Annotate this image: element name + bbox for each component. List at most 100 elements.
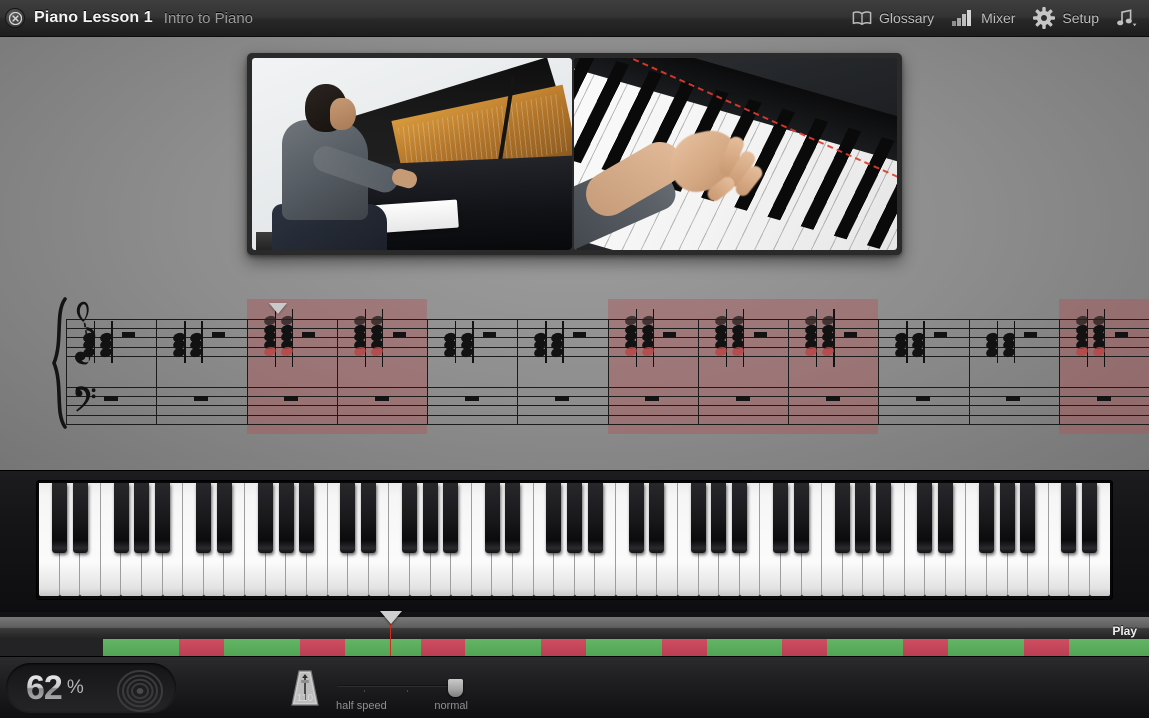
instrument-menu-button[interactable] — [1108, 0, 1149, 37]
ribbon-segment-incorrect[interactable] — [299, 639, 345, 657]
ribbon-segment-incorrect[interactable] — [661, 639, 707, 657]
bass-rest — [1006, 396, 1021, 402]
mixer-button[interactable]: Mixer — [943, 0, 1024, 37]
ribbon-segment-correct[interactable] — [827, 639, 904, 657]
bar-line — [517, 319, 519, 424]
ribbon-segment-correct[interactable] — [103, 639, 180, 657]
black-key[interactable] — [937, 483, 953, 553]
black-key[interactable] — [72, 483, 88, 553]
bar-line — [427, 319, 428, 424]
ribbon-track[interactable] — [0, 639, 1149, 657]
ribbon-segment-incorrect[interactable] — [903, 639, 948, 657]
black-key[interactable] — [505, 483, 521, 553]
black-key[interactable] — [155, 483, 171, 553]
black-key[interactable] — [299, 483, 315, 553]
ribbon-segment-incorrect[interactable] — [1023, 639, 1069, 657]
bass-rest — [555, 396, 570, 402]
ribbon-segment-correct[interactable] — [465, 639, 542, 657]
black-key[interactable] — [855, 483, 871, 553]
black-key[interactable] — [52, 483, 68, 553]
ribbon-segment-correct[interactable] — [706, 639, 783, 657]
black-key[interactable] — [258, 483, 274, 553]
black-key[interactable] — [340, 483, 356, 553]
black-key[interactable] — [917, 483, 933, 553]
close-lesson-button[interactable] — [5, 8, 25, 28]
bass-rest — [194, 396, 209, 402]
ribbon-segment-incorrect[interactable] — [782, 639, 828, 657]
black-key[interactable] — [361, 483, 377, 553]
black-key[interactable] — [422, 483, 438, 553]
black-key[interactable] — [999, 483, 1015, 553]
black-key[interactable] — [711, 483, 727, 553]
video-area — [247, 53, 902, 255]
bar-line — [1058, 319, 1060, 424]
black-key[interactable] — [402, 483, 418, 553]
bar-line — [156, 319, 158, 424]
black-key[interactable] — [793, 483, 809, 553]
mixer-label: Mixer — [981, 10, 1016, 26]
bass-rest — [825, 396, 840, 402]
bass-rest — [464, 396, 479, 402]
glossary-label: Glossary — [878, 10, 935, 26]
on-screen-piano-keyboard[interactable] — [37, 481, 1112, 599]
setup-button[interactable]: Setup — [1024, 0, 1108, 37]
speed-slider-handle[interactable] — [447, 679, 463, 697]
bass-rest — [916, 396, 931, 402]
black-key[interactable] — [1061, 483, 1077, 553]
bar-line — [788, 319, 789, 424]
bass-rest — [284, 396, 299, 402]
treble-rest — [302, 332, 316, 338]
bass-clef — [74, 383, 100, 419]
grand-staff — [52, 297, 1149, 434]
black-key[interactable] — [649, 483, 665, 553]
instructor-video[interactable] — [252, 58, 572, 250]
ribbon-segment-incorrect[interactable] — [541, 639, 586, 657]
black-key[interactable] — [546, 483, 562, 553]
black-key[interactable] — [134, 483, 150, 553]
metronome[interactable]: 110 — [288, 669, 322, 714]
black-key[interactable] — [278, 483, 294, 553]
ribbon-segment-correct[interactable] — [585, 639, 662, 657]
black-key[interactable] — [628, 483, 644, 553]
bass-rest — [735, 396, 750, 402]
ribbon-segment-correct[interactable] — [1068, 639, 1149, 657]
treble-rest — [843, 332, 857, 338]
bar-line — [246, 319, 248, 424]
black-key[interactable] — [834, 483, 850, 553]
black-key[interactable] — [1081, 483, 1097, 553]
black-key[interactable] — [731, 483, 747, 553]
black-key[interactable] — [772, 483, 788, 553]
bar-line — [336, 319, 338, 424]
black-key[interactable] — [875, 483, 891, 553]
ribbon-segment-incorrect[interactable] — [179, 639, 225, 657]
ribbon-segment-correct[interactable] — [344, 639, 421, 657]
treble-rest — [1114, 332, 1128, 338]
ribbon-segment-correct[interactable] — [224, 639, 300, 657]
ribbon-playhead-handle[interactable] — [379, 611, 402, 624]
bar-line — [878, 319, 880, 424]
black-key[interactable] — [484, 483, 500, 553]
speed-tick — [364, 690, 365, 692]
black-key[interactable] — [443, 483, 459, 553]
ribbon-segment-correct[interactable] — [947, 639, 1024, 657]
performance-ribbon[interactable]: Play — [0, 611, 1149, 657]
speed-max-label: normal — [434, 700, 468, 712]
black-key[interactable] — [690, 483, 706, 553]
glossary-button[interactable]: Glossary — [843, 0, 943, 37]
notation-playhead[interactable] — [269, 303, 287, 314]
player-face — [330, 98, 356, 130]
black-key[interactable] — [196, 483, 212, 553]
speed-slider[interactable]: half speed normal — [336, 679, 468, 713]
music-notation[interactable] — [0, 253, 1149, 434]
bar-line — [607, 319, 609, 424]
hands-closeup-video[interactable] — [574, 58, 897, 250]
black-key[interactable] — [567, 483, 582, 553]
black-key[interactable] — [216, 483, 232, 553]
black-key[interactable] — [1020, 483, 1036, 553]
ribbon-segment-incorrect[interactable] — [420, 639, 466, 657]
treble-rest — [212, 332, 226, 338]
black-key[interactable] — [113, 483, 129, 553]
score-value: 62 — [26, 668, 63, 707]
black-key[interactable] — [587, 483, 603, 553]
black-key[interactable] — [978, 483, 994, 553]
